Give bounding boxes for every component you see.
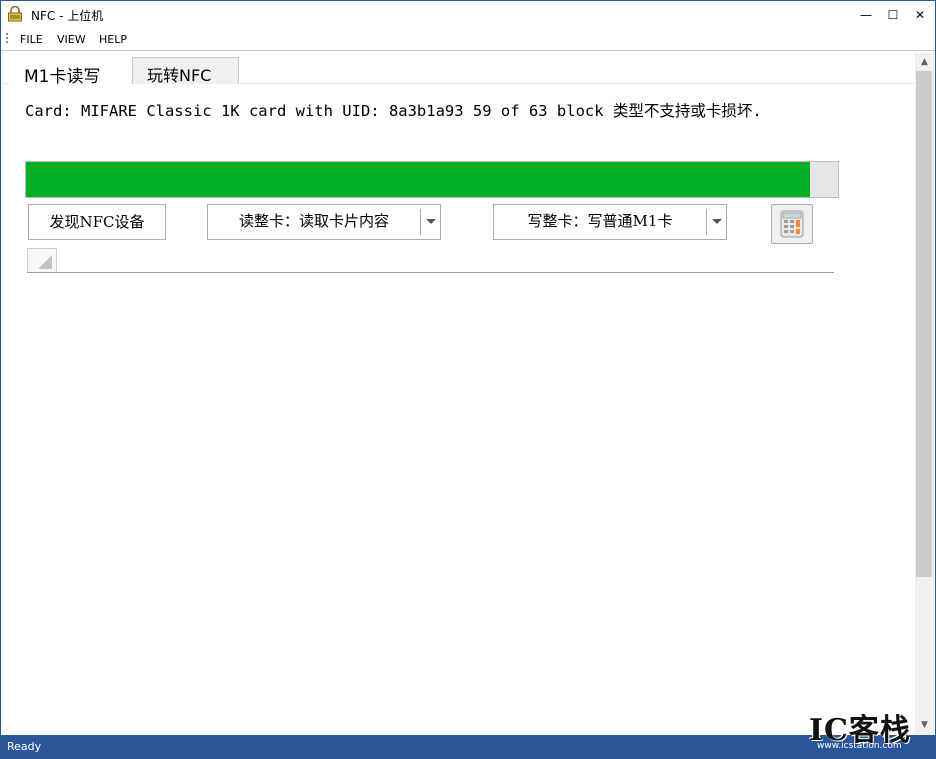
tab-nfc-fun[interactable]: 玩转NFC — [132, 57, 239, 85]
card-status-text: Card: MIFARE Classic 1K card with UID: 8… — [25, 102, 762, 120]
scroll-thumb[interactable] — [916, 71, 932, 577]
status-bar: Ready — [1, 735, 935, 759]
menu-help[interactable]: HELP — [99, 33, 127, 46]
progress-bar — [25, 161, 839, 198]
panel-divider — [27, 272, 834, 273]
write-card-dropdown-value: 写整卡：写普通M1卡 — [527, 212, 673, 230]
watermark-logo: IC客栈 www.icstation.com — [809, 705, 927, 755]
progress-fill — [26, 162, 810, 197]
calculator-icon — [780, 210, 804, 238]
maximize-button[interactable]: ☐ — [880, 1, 906, 29]
scroll-up-icon[interactable]: ▲ — [915, 53, 934, 71]
resize-triangle — [38, 255, 52, 269]
watermark-subtext: www.icstation.com — [817, 741, 902, 751]
dropdown-separator — [706, 209, 707, 235]
menu-bar: FILE VIEW HELP — [1, 29, 935, 51]
window-title: NFC - 上位机 — [31, 9, 104, 23]
dropdown-separator — [420, 209, 421, 235]
lock-icon — [8, 6, 22, 22]
discover-nfc-button[interactable]: 发现NFC设备 — [28, 204, 166, 240]
status-text: Ready — [7, 740, 42, 753]
chevron-down-icon[interactable] — [712, 219, 722, 224]
close-button[interactable]: ✕ — [907, 1, 933, 29]
calculator-button[interactable] — [771, 204, 813, 244]
menu-file[interactable]: FILE — [20, 33, 43, 46]
app-window: NFC - 上位机 — ☐ ✕ FILE VIEW HELP M1卡读写 玩转N… — [0, 0, 936, 759]
tab-m1-card[interactable]: M1卡读写 — [9, 55, 131, 87]
read-card-dropdown[interactable]: 读整卡：读取卡片内容 — [207, 204, 441, 240]
menu-grip-icon — [6, 33, 9, 47]
read-card-dropdown-value: 读整卡：读取卡片内容 — [238, 212, 389, 230]
chevron-down-icon[interactable] — [426, 219, 436, 224]
vertical-scrollbar[interactable]: ▲ ▼ — [915, 53, 934, 735]
write-card-dropdown[interactable]: 写整卡：写普通M1卡 — [493, 204, 727, 240]
menu-view[interactable]: VIEW — [57, 33, 86, 46]
resize-grip-icon[interactable] — [27, 248, 57, 273]
minimize-button[interactable]: — — [853, 1, 879, 29]
title-bar: NFC - 上位机 — ☐ ✕ — [1, 1, 935, 29]
main-content: M1卡读写 玩转NFC Card: MIFARE Classic 1K card… — [3, 53, 915, 735]
